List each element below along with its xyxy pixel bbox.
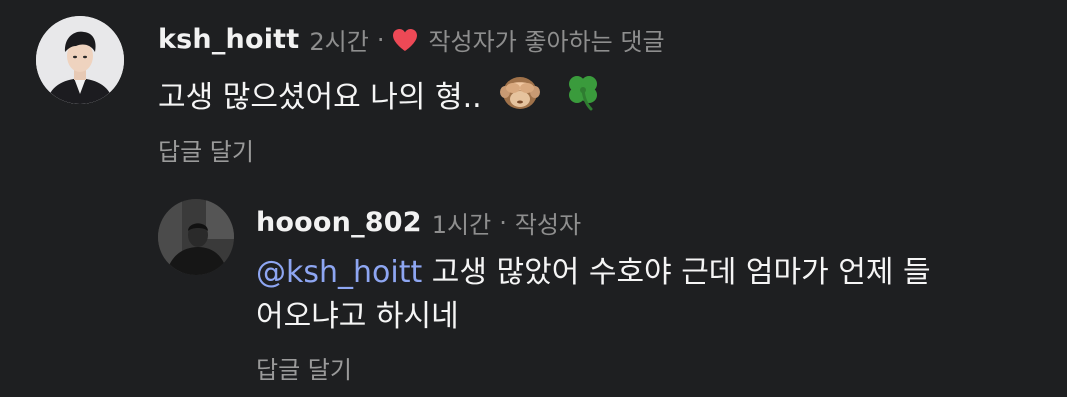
avatar[interactable] [36,16,124,104]
reply-button[interactable]: 답글 달기 [256,350,352,385]
profile-photo-icon [36,16,124,104]
avatar[interactable] [158,199,234,275]
reply-header: hooon_802 1시간 · 작성자 [256,205,581,240]
comment-body: 고생 많으셨어요 나의 형.. [158,80,482,115]
comment-username[interactable]: ksh_hoitt [158,24,299,55]
reply-time: 1시간 [431,211,492,239]
see-no-evil-monkey-icon [499,72,541,125]
heart-icon [392,28,418,52]
reply-username[interactable]: hooon_802 [256,207,422,238]
comment-text: 고생 많으셨어요 나의 형.. [158,72,601,125]
author-badge: 작성자 [514,211,582,239]
reply-button[interactable]: 답글 달기 [158,132,254,167]
separator-dot: · [376,25,385,54]
separator-dot: · [499,208,507,237]
reply-body-line2: 어오냐고 하시네 [256,299,459,334]
four-leaf-clover-icon [565,73,601,124]
profile-photo-icon [158,199,234,275]
reply-text: @ksh_hoitt 고생 많았어 수호야 근데 엄마가 언제 들 어오냐고 하… [256,251,1056,339]
liked-by-author-label: 작성자가 좋아하는 댓글 [428,28,665,56]
reply-line-1: @ksh_hoitt 고생 많았어 수호야 근데 엄마가 언제 들 [256,251,1056,295]
comment-header: ksh_hoitt 2시간 · 작성자가 좋아하는 댓글 [158,22,665,57]
mention-link[interactable]: @ksh_hoitt [256,255,422,290]
comment-time: 2시간 [309,28,369,56]
reply-body-line1: 고생 많았어 수호야 근데 엄마가 언제 들 [422,255,931,290]
